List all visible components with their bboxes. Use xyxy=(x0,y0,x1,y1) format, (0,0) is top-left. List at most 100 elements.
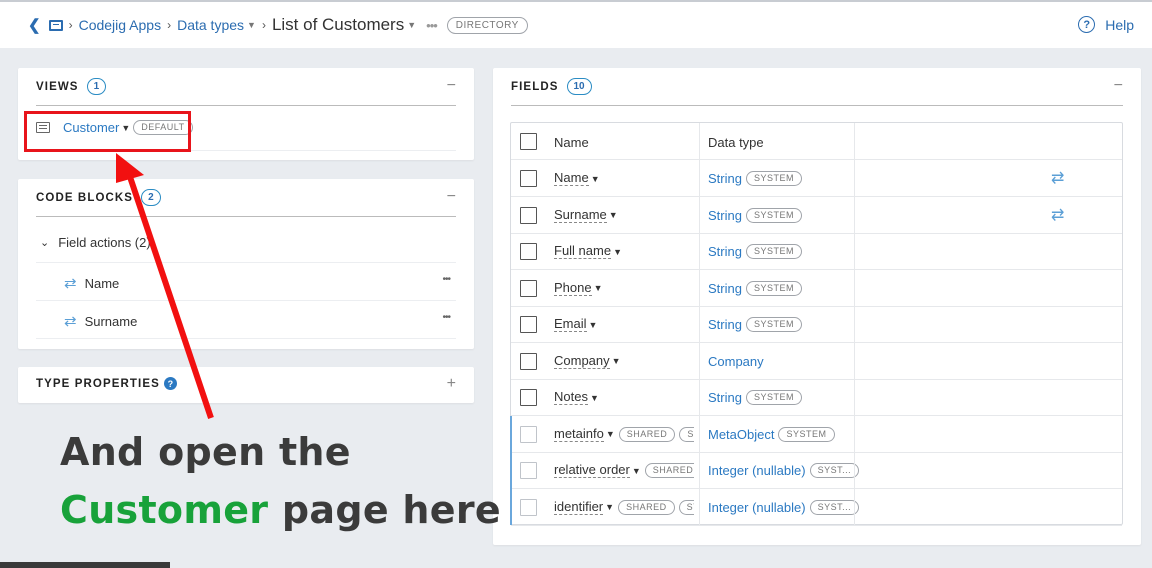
field-name[interactable]: Notes ▼ xyxy=(554,390,599,405)
field-type-label[interactable]: Company xyxy=(708,354,764,369)
field-type-label[interactable]: String xyxy=(708,390,742,405)
row-checkbox[interactable] xyxy=(520,243,537,260)
field-name[interactable]: Phone ▼ xyxy=(554,281,603,296)
field-name[interactable]: Email ▼ xyxy=(554,317,597,332)
column-header-name[interactable]: Name xyxy=(554,135,589,150)
row-checkbox[interactable] xyxy=(520,498,537,516)
field-name-label[interactable]: metainfo xyxy=(554,427,604,442)
help-button[interactable]: ? Help xyxy=(1078,16,1134,33)
table-row[interactable]: identifier▼ SHAREDSY Integer (nullable)SYS… xyxy=(511,488,1122,526)
field-name-label[interactable]: identifier xyxy=(554,500,604,515)
field-name[interactable]: identifier▼ SHAREDSY xyxy=(554,499,694,515)
row-checkbox[interactable] xyxy=(520,352,537,370)
field-type[interactable]: String SYSTEM xyxy=(708,244,802,259)
annotation-rest: page here xyxy=(268,488,501,532)
field-name[interactable]: Company ▼ xyxy=(554,354,621,369)
chevron-down-icon[interactable]: ▼ xyxy=(589,320,598,330)
field-name-label[interactable]: Full name xyxy=(554,244,612,259)
table-row[interactable]: Notes ▼ String SYSTEM xyxy=(511,379,1122,416)
more-icon[interactable]: ••• xyxy=(442,312,450,323)
sync-icon[interactable]: ⇄ xyxy=(1051,205,1064,225)
code-block-item-name[interactable]: ⇄ Name xyxy=(64,274,119,292)
field-type-label[interactable]: String xyxy=(708,317,742,332)
field-type[interactable]: Company xyxy=(708,354,764,369)
field-name-label[interactable]: Surname xyxy=(554,208,607,223)
field-name[interactable]: metainfo▼SHAREDSY xyxy=(554,426,694,442)
field-type-label[interactable]: String xyxy=(708,208,742,223)
chevron-down-icon[interactable]: ▼ xyxy=(632,466,641,476)
info-icon[interactable]: ? xyxy=(163,377,177,390)
field-type-label[interactable]: Integer (nullable) xyxy=(708,463,806,478)
field-name[interactable]: Name ▼ xyxy=(554,171,600,186)
chevron-down-icon[interactable]: ▼ xyxy=(605,502,614,512)
field-type[interactable]: Integer (nullable) SYST... xyxy=(708,463,860,478)
collapse-icon[interactable]: − xyxy=(447,188,456,206)
field-type[interactable]: String SYSTEM xyxy=(708,390,802,405)
sync-icon[interactable]: ⇄ xyxy=(1051,168,1064,188)
chevron-down-icon[interactable]: ▼ xyxy=(612,356,621,366)
table-row[interactable]: Company ▼ Company xyxy=(511,342,1122,380)
table-row[interactable]: Surname ▼ String SYSTEM ⇄ xyxy=(511,196,1122,234)
more-icon[interactable]: ••• xyxy=(442,274,450,285)
more-icon[interactable]: ••• xyxy=(426,18,438,33)
row-checkbox[interactable] xyxy=(520,316,537,333)
field-name-label[interactable]: relative order xyxy=(554,463,630,478)
field-type-label[interactable]: MetaObject xyxy=(708,427,774,442)
chevron-down-icon[interactable]: ▼ xyxy=(590,393,599,403)
row-checkbox[interactable] xyxy=(520,279,537,297)
back-icon[interactable]: ❮ xyxy=(28,16,41,34)
row-checkbox[interactable] xyxy=(520,425,537,443)
field-type[interactable]: String SYSTEM xyxy=(708,171,802,186)
code-block-item-surname[interactable]: ⇄ Surname xyxy=(64,312,137,330)
breadcrumb-data-types[interactable]: Data types xyxy=(177,17,244,33)
chevron-down-icon[interactable]: ▼ xyxy=(247,20,256,30)
chevron-down-icon[interactable]: ▼ xyxy=(606,429,615,439)
field-type[interactable]: String SYSTEM xyxy=(708,280,802,296)
expand-icon[interactable]: + xyxy=(447,375,456,393)
field-type[interactable]: Integer (nullable) SYST... xyxy=(708,499,860,515)
collapse-icon[interactable]: − xyxy=(1114,77,1123,95)
field-name[interactable]: Full name ▼ xyxy=(554,244,622,259)
chevron-down-icon[interactable]: ▼ xyxy=(613,247,622,257)
field-name-label[interactable]: Name xyxy=(554,171,589,186)
row-checkbox[interactable] xyxy=(520,170,537,187)
column-header-type[interactable]: Data type xyxy=(708,135,764,150)
table-row[interactable]: Phone ▼ String SYSTEM xyxy=(511,269,1122,307)
chevron-down-icon[interactable]: ▼ xyxy=(591,174,600,184)
chevron-down-icon[interactable]: ▼ xyxy=(609,210,618,220)
table-row[interactable]: Full name ▼ String SYSTEM xyxy=(511,233,1122,270)
breadcrumb-app[interactable]: Codejig Apps xyxy=(79,17,162,33)
code-blocks-panel: CODE BLOCKS 2 − ⌄ Field actions (2) ⇄ Na… xyxy=(18,179,474,349)
field-actions-group[interactable]: ⌄ Field actions (2) xyxy=(40,235,151,250)
field-type-label[interactable]: String xyxy=(708,171,742,186)
collapse-icon[interactable]: − xyxy=(447,77,456,95)
type-properties-header[interactable]: TYPE PROPERTIES ? xyxy=(36,377,177,390)
field-type[interactable]: String SYSTEM xyxy=(708,317,802,332)
list-icon[interactable] xyxy=(48,19,63,31)
table-row[interactable]: Name ▼ String SYSTEM ⇄ xyxy=(511,160,1122,197)
field-type-label[interactable]: String xyxy=(708,281,742,296)
field-name[interactable]: relative order ▼ SHARED xyxy=(554,463,694,478)
field-type[interactable]: String SYSTEM xyxy=(708,207,802,223)
field-type-label[interactable]: Integer (nullable) xyxy=(708,500,806,515)
chevron-down-icon[interactable]: ▼ xyxy=(407,20,416,30)
field-type-label[interactable]: String xyxy=(708,244,742,259)
chevron-down-icon[interactable]: ▼ xyxy=(594,283,603,293)
field-name[interactable]: Surname ▼ xyxy=(554,208,618,223)
select-all-checkbox[interactable] xyxy=(520,133,537,150)
row-checkbox[interactable] xyxy=(520,462,537,479)
system-badge: SYSTEM xyxy=(745,244,802,259)
field-name-label[interactable]: Phone xyxy=(554,281,592,296)
table-row[interactable]: Email ▼ String SYSTEM xyxy=(511,306,1122,343)
field-type[interactable]: MetaObject SYSTEM xyxy=(708,426,835,442)
field-name-label[interactable]: Notes xyxy=(554,390,588,405)
row-checkbox[interactable] xyxy=(520,206,537,224)
row-checkbox[interactable] xyxy=(520,389,537,406)
shared-badge: SHARED xyxy=(644,463,694,478)
table-row[interactable]: metainfo▼SHAREDSY MetaObject SYSTEM xyxy=(511,415,1122,453)
table-row[interactable]: relative order ▼ SHARED Integer (nullable) S… xyxy=(511,452,1122,489)
field-name-label[interactable]: Company xyxy=(554,354,610,369)
system-badge: SYSTEM xyxy=(745,280,802,296)
field-name-label[interactable]: Email xyxy=(554,317,587,332)
system-badge: SY xyxy=(678,499,694,515)
